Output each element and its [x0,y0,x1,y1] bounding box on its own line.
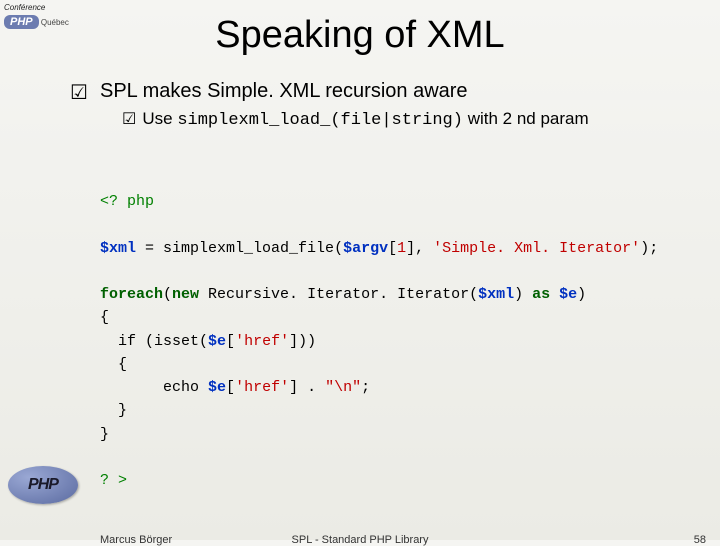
code-brace: { [100,309,109,326]
footer-page: 58 [694,534,706,546]
code-punc: ])) [289,333,316,350]
php-close: ? > [100,472,127,489]
code-punc: ], [406,240,433,257]
code-var: $e [208,379,226,396]
code-str: 'href' [235,379,289,396]
code-kw: as [532,286,559,303]
footer-title: SPL - Standard PHP Library [0,534,720,546]
code-block: <? php $xml = simplexml_load_file($argv[… [100,190,658,492]
code-punc: ; [361,379,370,396]
code-punc: [ [226,333,235,350]
sub-suffix: with 2 nd param [463,109,589,128]
php-open: <? php [100,193,154,210]
code-var: $e [208,333,226,350]
code-str: 'Simple. Xml. Iterator' [433,240,640,257]
code-echo: echo [100,379,208,396]
code-fn: simplexml_load_file [163,240,334,257]
code-punc: ] . [289,379,325,396]
main-bullet: SPL makes Simple. XML recursion aware [100,80,710,103]
code-var: $argv [343,240,388,257]
code-num: 1 [397,240,406,257]
code-kw: new [172,286,208,303]
php-logo-icon: PHP [8,466,78,504]
sub-prefix: Use [142,109,177,128]
code-brace: } [100,426,109,443]
code-punc: ( [334,240,343,257]
bottom-logo: PHP [8,466,78,504]
code-class: Recursive. Iterator. Iterator [208,286,469,303]
code-punc: ); [640,240,658,257]
code-var: $xml [478,286,514,303]
sub-code: simplexml_load_(file|string) [177,111,463,130]
code-punc: [ [226,379,235,396]
slide-title: Speaking of XML [0,14,720,57]
code-punc: ) [514,286,532,303]
sub-bullet: ☑ Use simplexml_load_(file|string) with 2… [122,109,710,130]
code-str: "\n" [325,379,361,396]
code-brace: { [100,356,127,373]
content-block: SPL makes Simple. XML recursion aware ☑ U… [100,80,710,130]
logo-conf-text: Conférence [4,3,45,12]
code-str: 'href' [235,333,289,350]
checkbox-icon: ☑ [122,111,136,128]
code-brace: } [100,402,127,419]
code-var: $e [559,286,577,303]
code-punc: ( [469,286,478,303]
checkbox-icon: ☑ [70,80,88,105]
code-op: = [136,240,163,257]
code-var: $xml [100,240,136,257]
php-logo-text: PHP [28,476,58,494]
code-if: if (isset( [100,333,208,350]
code-kw: foreach [100,286,163,303]
code-punc: ) [577,286,586,303]
code-punc: ( [163,286,172,303]
code-punc: [ [388,240,397,257]
